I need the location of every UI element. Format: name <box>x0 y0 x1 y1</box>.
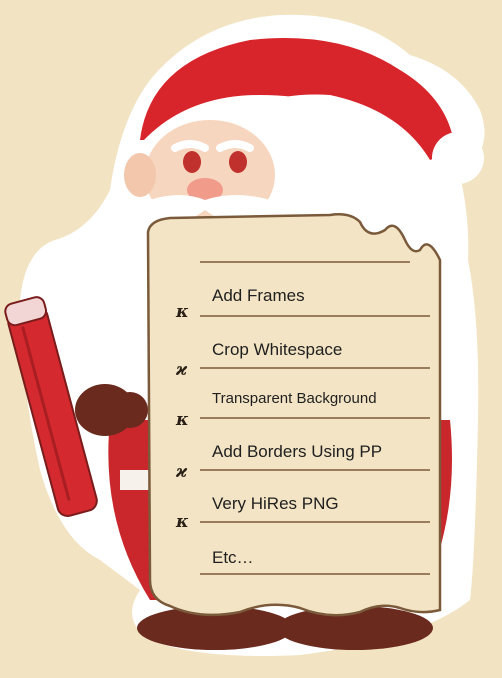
right-eye <box>229 151 247 173</box>
checklist-item-transparent-background: Transparent Background <box>212 390 377 407</box>
santa-illustration: Add Frames Crop Whitespace Transparent B… <box>0 0 502 678</box>
left-eyebrow <box>171 140 209 152</box>
check-mark: κ <box>176 410 189 430</box>
check-mark: κ <box>176 512 189 532</box>
checklist-item-etc: Etc… <box>212 548 254 567</box>
hat-pompom <box>432 132 484 184</box>
paper-scroll <box>146 213 442 617</box>
checklist-item-crop-whitespace: Crop Whitespace <box>212 340 343 359</box>
ear <box>124 153 156 197</box>
check-mark: ϰ <box>176 462 188 482</box>
right-eyebrow <box>216 140 254 152</box>
check-mark: κ <box>176 302 189 322</box>
check-mark: ϰ <box>176 360 188 380</box>
checklist-item-add-frames: Add Frames <box>212 286 305 305</box>
left-eye <box>183 151 201 173</box>
checklist-item-very-hires-png: Very HiRes PNG <box>212 494 339 513</box>
checklist-item-add-borders: Add Borders Using PP <box>212 442 383 461</box>
mitten-thumb <box>112 392 148 428</box>
santa-drawing <box>0 0 502 678</box>
